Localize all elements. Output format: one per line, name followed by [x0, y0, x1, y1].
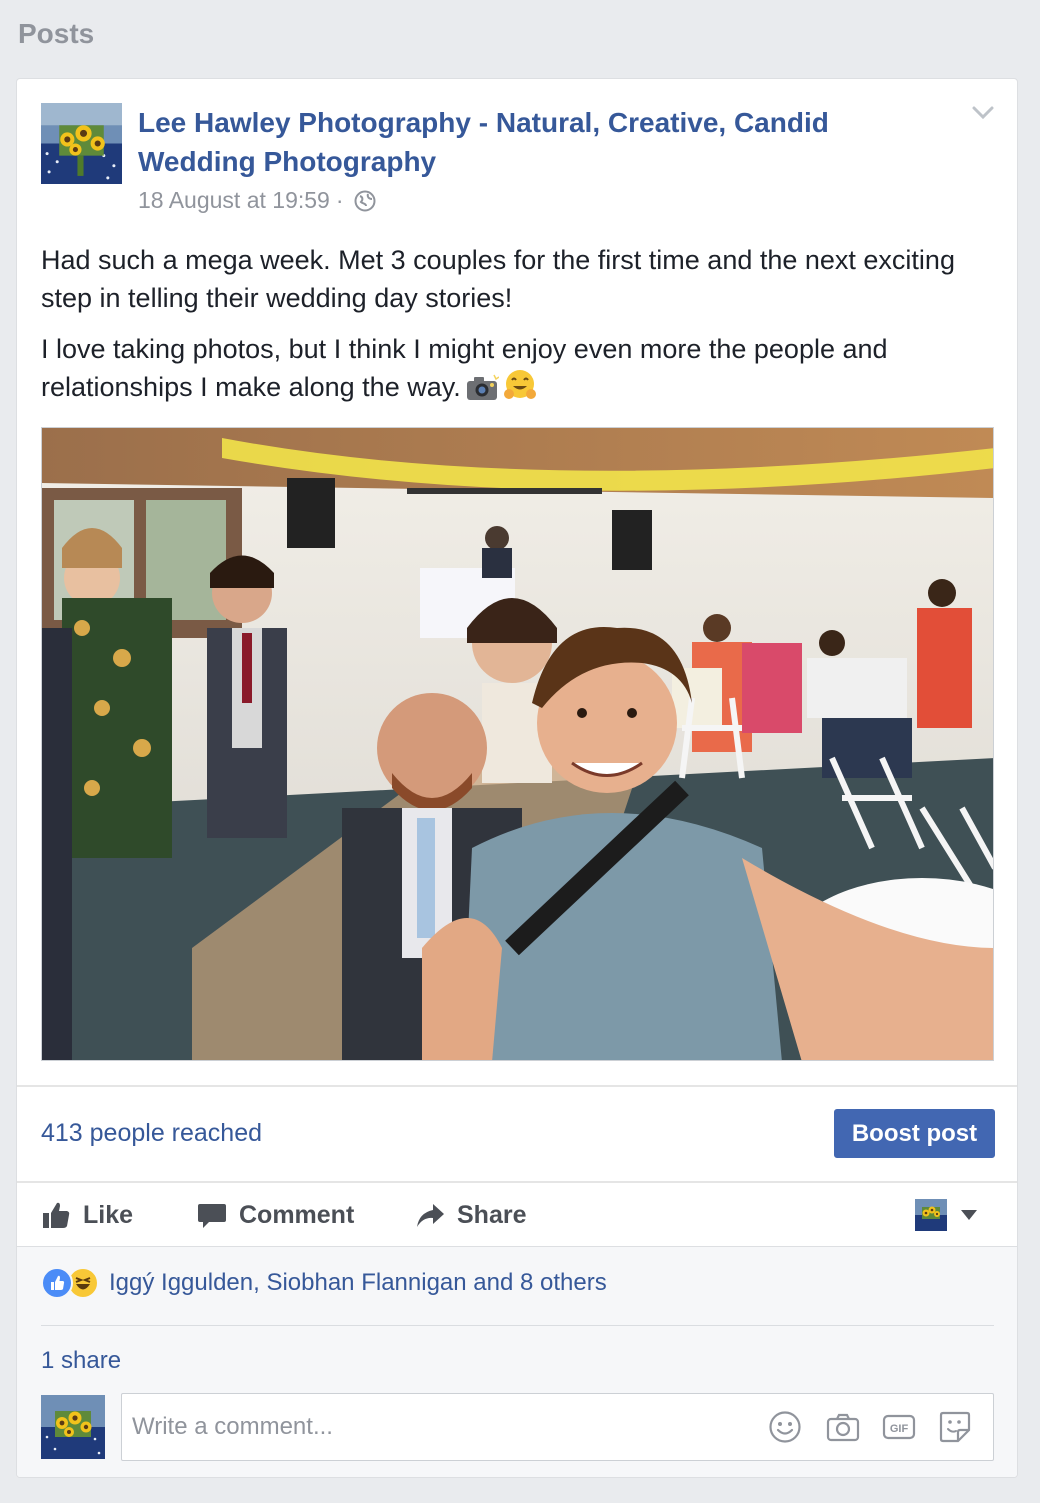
gif-icon[interactable]: GIF — [882, 1410, 916, 1444]
post-paragraph-2: I love taking photos, but I think I migh… — [41, 330, 1001, 412]
thumbs-up-icon — [43, 1202, 70, 1228]
share-label: Share — [457, 1200, 527, 1229]
page-name-link[interactable]: Lee Hawley Photography - Natural, Creati… — [138, 103, 878, 181]
divider — [41, 1325, 994, 1326]
section-title: Posts — [18, 18, 95, 49]
action-bar: Like Comment Share — [17, 1181, 1017, 1247]
svg-text:GIF: GIF — [890, 1423, 909, 1435]
camera-flash-emoji-icon — [465, 374, 500, 412]
meta-separator: · — [335, 187, 344, 213]
globe-icon[interactable] — [354, 190, 376, 212]
like-button[interactable]: Like — [41, 1197, 133, 1233]
post-paragraph-1: Had such a mega week. Met 3 couples for … — [41, 245, 955, 313]
post-timestamp[interactable]: 18 August at 19:59 — [138, 187, 330, 214]
comment-button[interactable]: Comment — [197, 1197, 354, 1233]
caret-down-icon — [961, 1210, 977, 1220]
comment-bubble-icon — [198, 1204, 226, 1228]
like-label: Like — [83, 1200, 134, 1229]
post-meta: 18 August at 19:59 · — [138, 187, 376, 214]
boost-post-button[interactable]: Boost post — [834, 1109, 995, 1158]
comment-composer: GIF — [121, 1393, 994, 1461]
sticker-icon[interactable] — [938, 1410, 972, 1444]
emoji-icon[interactable] — [768, 1410, 802, 1444]
sunflower-bouquet-image — [41, 1395, 105, 1459]
camera-icon[interactable] — [826, 1410, 860, 1444]
insights-bar: 413 people reached Boost post — [17, 1085, 1017, 1181]
wedding-selfie-image — [42, 428, 993, 1060]
post-card: Lee Hawley Photography - Natural, Creati… — [16, 78, 1018, 1478]
hugging-face-emoji-icon — [503, 368, 537, 412]
commenter-avatar — [41, 1395, 105, 1459]
reactions-summary[interactable]: Iggý Iggulden, Siobhan Flannigan and 8 o… — [41, 1267, 607, 1299]
sunflower-bouquet-image — [41, 103, 122, 184]
feedback-section: Iggý Iggulden, Siobhan Flannigan and 8 o… — [17, 1247, 1017, 1477]
shares-count-link[interactable]: 1 share — [41, 1347, 121, 1375]
comment-input[interactable] — [132, 1394, 752, 1460]
people-reached-link[interactable]: 413 people reached — [41, 1119, 262, 1148]
sunflower-bouquet-image — [915, 1199, 947, 1231]
post-as-selector[interactable] — [915, 1199, 977, 1231]
page-avatar-small — [915, 1199, 947, 1231]
like-reaction-icon — [41, 1267, 73, 1299]
share-arrow-icon — [417, 1204, 444, 1227]
post-photo[interactable] — [41, 427, 994, 1061]
comment-label: Comment — [239, 1200, 355, 1229]
chevron-down-icon[interactable] — [971, 105, 995, 121]
page-avatar[interactable] — [41, 103, 122, 184]
share-button[interactable]: Share — [415, 1197, 526, 1233]
reactions-text: Iggý Iggulden, Siobhan Flannigan and 8 o… — [109, 1269, 607, 1296]
post-text: Had such a mega week. Met 3 couples for … — [41, 241, 1001, 425]
